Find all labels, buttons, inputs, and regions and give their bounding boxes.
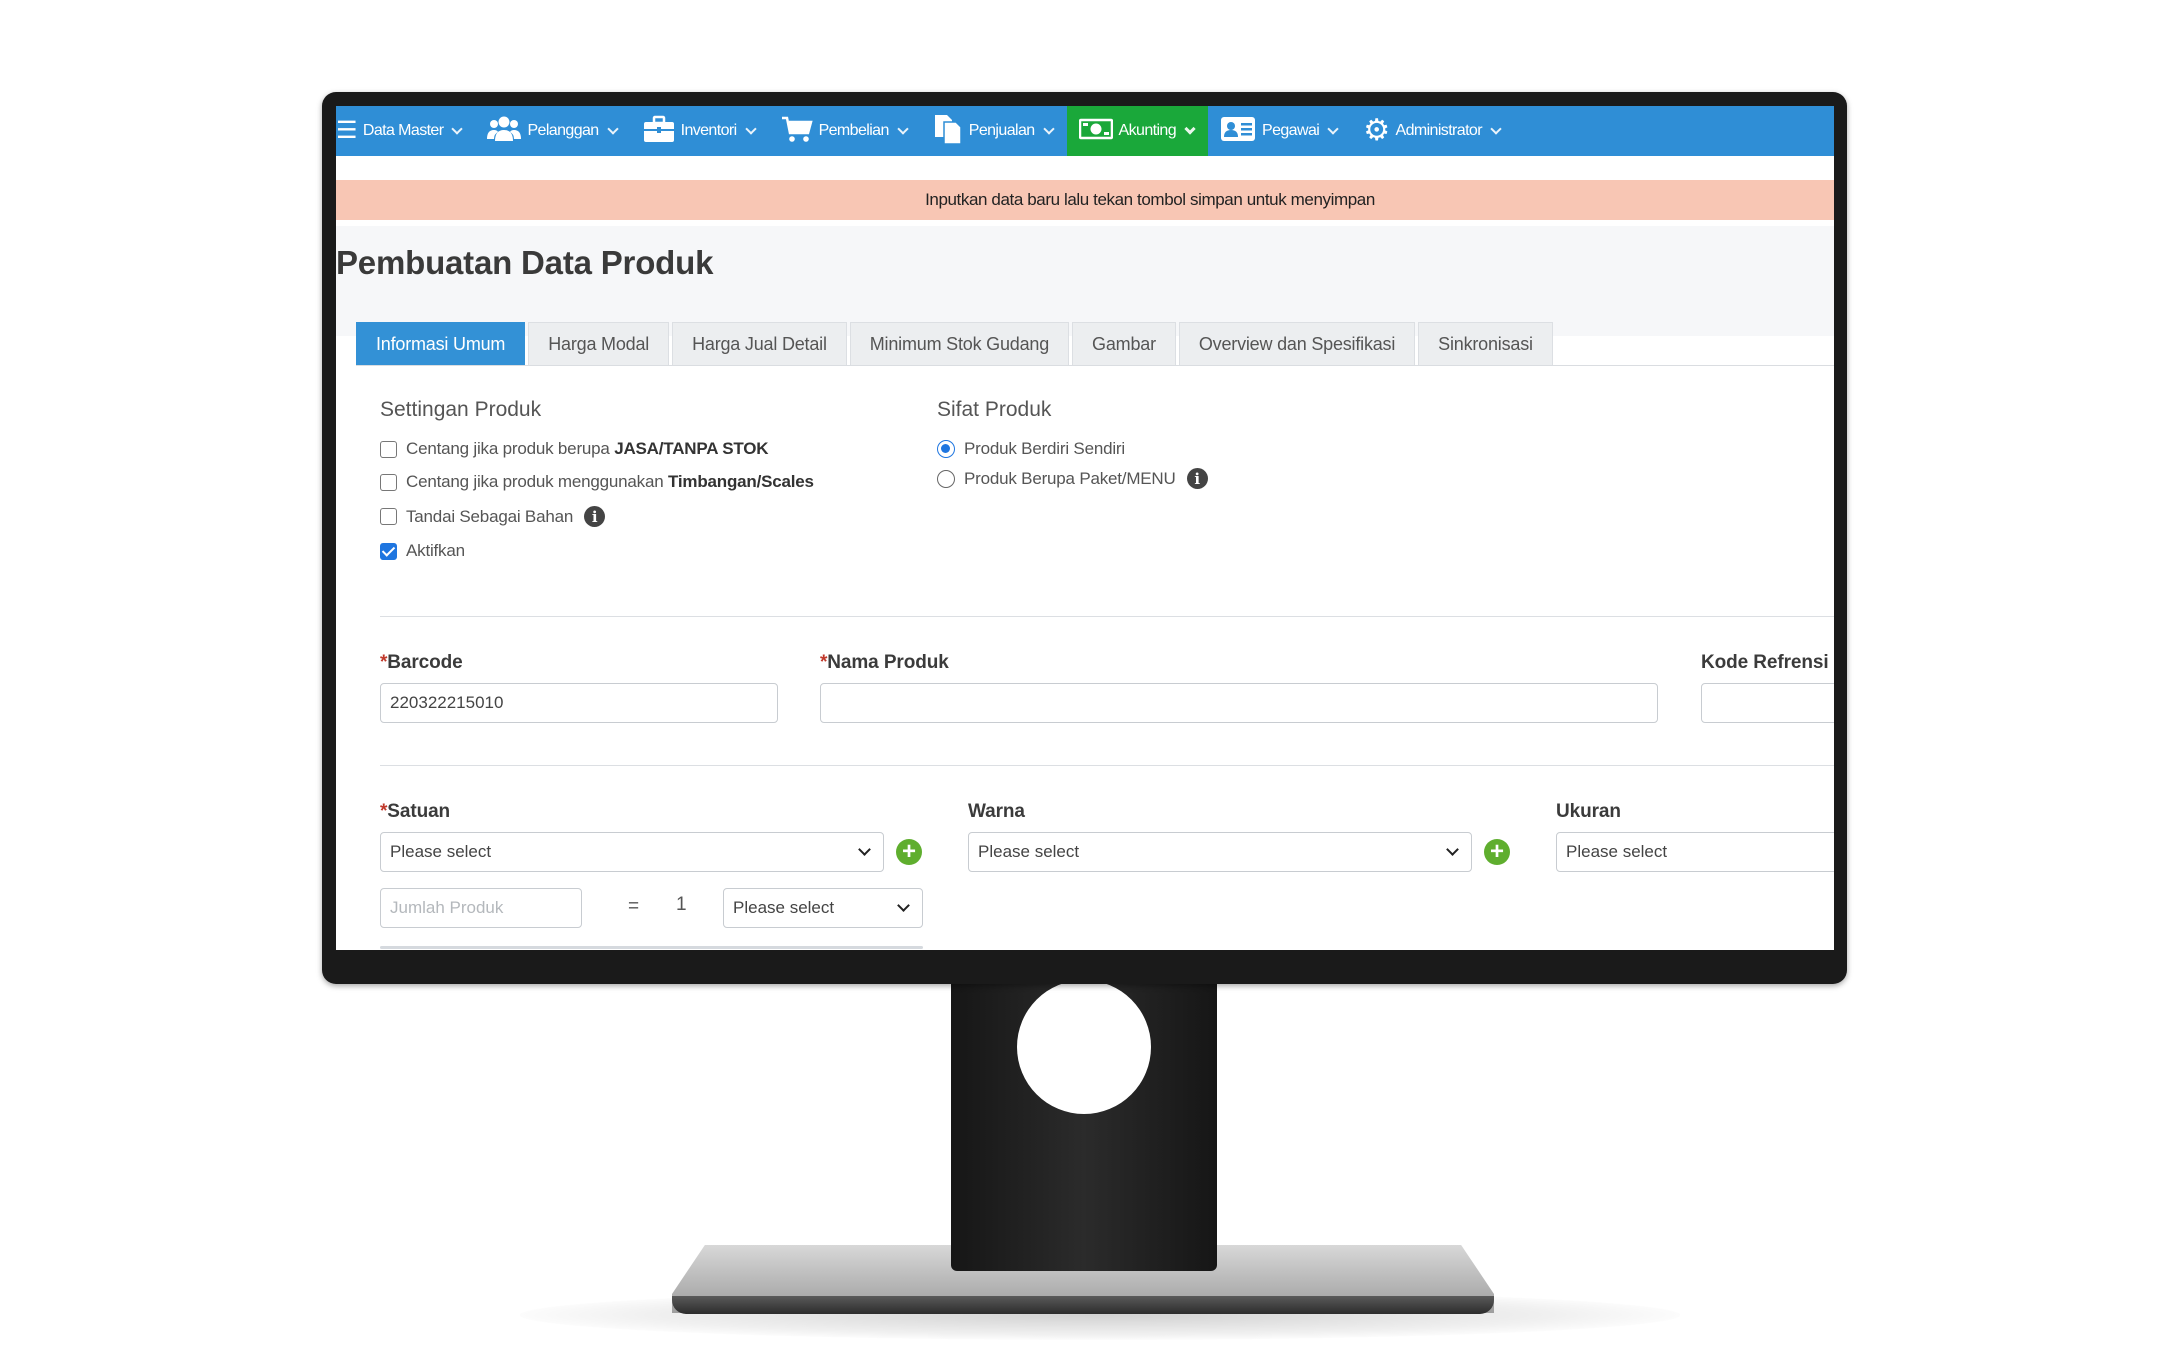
nav-label: Administrator [1395,122,1483,139]
partial-element-edge [380,946,923,949]
briefcase-icon [643,115,675,147]
nav-label: Akunting [1118,122,1177,139]
paket-menu-label: Produk Berupa Paket/MENU [964,468,1176,488]
satuan-select[interactable]: Please select [380,832,884,872]
aktifkan-label: Aktifkan [406,541,465,560]
info-icon[interactable]: i [584,506,606,527]
paket-menu-radio[interactable] [937,469,955,488]
berdiri-sendiri-label: Produk Berdiri Sendiri [964,439,1125,458]
nav-pembelian[interactable]: Pembelian [769,106,921,156]
stage: ☰ Data Master Pelanggan Inventori Pembel… [0,0,2160,1362]
gear-icon: ⚙ [1363,114,1390,147]
chevron-down-icon [1490,123,1502,135]
tab-gambar[interactable]: Gambar [1072,322,1176,366]
monitor-stand-cable-hole [1017,980,1151,1114]
jasa-checkbox[interactable] [380,440,397,458]
equals-sign: = [628,896,640,917]
chevron-down-icon [606,123,619,135]
tab-informasi-umum[interactable]: Informasi Umum [356,322,526,366]
konversi-select-value: Please select [733,898,835,917]
top-navbar: ☰ Data Master Pelanggan Inventori Pembel… [336,106,1834,156]
aktifkan-checkbox[interactable] [380,542,397,560]
chevron-down-icon [897,899,910,912]
section-divider [380,616,1834,617]
nav-label: Pelanggan [527,122,599,139]
tab-sinkronisasi[interactable]: Sinkronisasi [1418,322,1553,366]
add-warna-button[interactable]: + [1484,839,1510,865]
jumlah-produk-input[interactable]: Jumlah Produk [380,888,582,928]
konversi-satuan-select[interactable]: Please select [723,888,923,928]
tab-divider [356,365,1834,366]
documents-icon [933,113,963,149]
satuan-select-value: Please select [390,842,492,861]
chevron-down-icon [744,123,757,135]
ukuran-label: Ukuran [1556,801,1621,822]
sifat-title: Sifat Produk [937,398,1052,421]
nav-label: Pembelian [818,122,890,139]
berdiri-sendiri-radio[interactable] [937,440,955,458]
nav-inventori[interactable]: Inventori [631,106,769,156]
conversion-quantity: 1 [676,894,687,915]
monitor-stand-base-edge [672,1296,1494,1314]
tab-minimum-stok-gudang[interactable]: Minimum Stok Gudang [849,322,1070,366]
id-card-icon [1220,115,1256,147]
chevron-down-icon [858,843,871,856]
info-icon[interactable]: i [1186,468,1208,489]
tab-overview-spesifikasi[interactable]: Overview dan Spesifikasi [1178,322,1416,366]
menu-icon: ☰ [336,117,358,144]
nav-administrator[interactable]: ⚙ Administrator [1351,106,1514,156]
option-bahan: Tandai Sebagai Bahan i [380,506,606,527]
chevron-down-icon [1446,843,1459,856]
option-jasa: Centang jika produk berupa JASA/TANPA ST… [380,439,769,459]
ukuran-select[interactable]: Please select [1556,832,1834,872]
nav-data-master[interactable]: ☰ Data Master [336,106,475,156]
timbangan-label: Centang jika produk menggunakan Timbanga… [406,472,814,491]
monitor-screen: ☰ Data Master Pelanggan Inventori Pembel… [336,106,1834,950]
settings-title: Settingan Produk [380,398,542,421]
barcode-input[interactable]: 220322215010 [380,683,778,723]
users-icon [487,115,522,147]
timbangan-checkbox[interactable] [380,473,397,491]
bahan-checkbox[interactable] [380,508,397,525]
option-aktifkan: Aktifkan [380,541,465,561]
add-satuan-button[interactable]: + [896,839,922,865]
chevron-down-icon [1184,123,1196,135]
nav-label: Penjualan [968,122,1035,139]
nama-produk-label: *Nama Produk [820,652,949,673]
tab-harga-jual-detail[interactable]: Harga Jual Detail [672,322,847,366]
nama-produk-input[interactable] [820,683,1658,723]
warna-label: Warna [968,801,1025,822]
chevron-down-icon [1042,123,1055,135]
tab-bar: Informasi Umum Harga Modal Harga Jual De… [356,322,1553,366]
tab-harga-modal[interactable]: Harga Modal [528,322,670,366]
nav-pegawai[interactable]: Pegawai [1208,106,1351,156]
nav-label: Pegawai [1262,122,1320,139]
jasa-label: Centang jika produk berupa JASA/TANPA ST… [406,439,769,458]
warna-select-value: Please select [978,842,1080,861]
chevron-down-icon [897,123,909,135]
option-berdiri-sendiri: Produk Berdiri Sendiri [937,439,1125,459]
section-divider [380,765,1834,766]
kode-refrensi-input[interactable] [1701,683,1834,723]
ukuran-select-value: Please select [1566,842,1668,861]
option-paket-menu: Produk Berupa Paket/MENU i [937,468,1208,489]
warna-select[interactable]: Please select [968,832,1472,872]
nav-pelanggan[interactable]: Pelanggan [475,106,630,156]
option-timbangan: Centang jika produk menggunakan Timbanga… [380,472,814,492]
chevron-down-icon [451,123,464,135]
money-icon [1078,117,1113,145]
nav-akunting[interactable]: Akunting [1066,106,1209,156]
nav-label: Inventori [680,122,738,139]
bahan-label: Tandai Sebagai Bahan [406,506,574,526]
nav-penjualan[interactable]: Penjualan [921,106,1067,156]
chevron-down-icon [1327,123,1339,135]
nav-label: Data Master [362,122,444,139]
info-alert: Inputkan data baru lalu tekan tombol sim… [336,180,1834,220]
kode-refrensi-label: Kode Refrensi [1701,652,1829,673]
barcode-label: *Barcode [380,652,463,673]
cart-icon [781,115,813,147]
page-title: Pembuatan Data Produk [336,244,714,281]
alert-message: Inputkan data baru lalu tekan tombol sim… [925,190,1375,209]
satuan-label: *Satuan [380,801,451,822]
